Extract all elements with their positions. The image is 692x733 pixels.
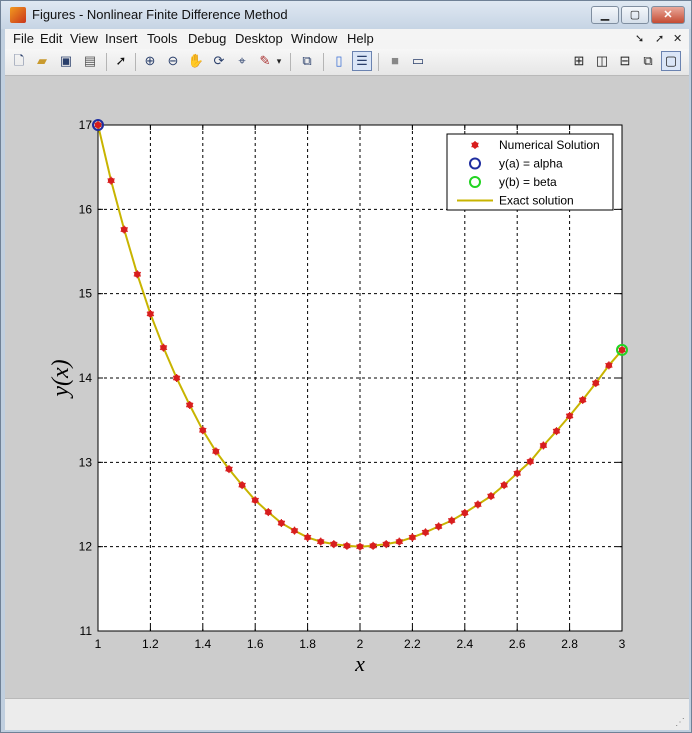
toolbar-separator <box>290 53 291 71</box>
new-figure-icon[interactable]: 🗋 <box>9 51 29 71</box>
minimize-button[interactable]: ▁ <box>591 6 619 24</box>
hide-plot-tools-icon[interactable]: ■ <box>385 51 405 71</box>
x-tick-label: 2.6 <box>509 637 526 651</box>
brush-icon[interactable]: ✎ <box>255 51 275 71</box>
x-tick-label: 3 <box>619 637 626 651</box>
legend[interactable]: Numerical Solution y(a) = alpha y(b) = b… <box>446 133 614 211</box>
x-tick-label: 1.6 <box>247 637 264 651</box>
matlab-icon <box>10 7 26 23</box>
open-file-icon[interactable]: ▰ <box>32 51 52 71</box>
menu-insert[interactable]: Insert <box>105 31 138 46</box>
brush-dropdown-icon[interactable]: ▾ <box>273 51 285 71</box>
window-title: Figures - Nonlinear Finite Difference Me… <box>32 7 288 22</box>
plot-svg[interactable]: 1 1.2 1.4 1.6 1.8 2 2.2 2.4 2.6 2.8 3 11 12 13 14 15 16 1… <box>5 76 689 698</box>
toolbar-separator <box>323 53 324 71</box>
y-tick-label: 16 <box>79 202 93 216</box>
toolbar-separator <box>106 53 107 71</box>
zoom-out-icon[interactable]: ⊖ <box>163 51 183 71</box>
undock-arrow-icon[interactable]: ➚ <box>655 32 664 45</box>
float-icon[interactable]: ⧉ <box>638 51 658 71</box>
link-plot-icon[interactable]: ⧉ <box>297 51 317 71</box>
print-icon[interactable]: ▤ <box>80 51 100 71</box>
menu-help[interactable]: Help <box>347 31 374 46</box>
maximize-icon[interactable]: ▢ <box>661 51 681 71</box>
y-tick-label: 13 <box>79 455 93 469</box>
x-tick-label: 1.4 <box>194 637 211 651</box>
x-axis-label: x <box>354 651 365 676</box>
pointer-icon[interactable]: ➚ <box>111 51 131 71</box>
y-tick-label: 12 <box>79 540 93 554</box>
legend-label-numerical: Numerical Solution <box>499 138 600 152</box>
close-icon: ✕ <box>663 9 673 21</box>
pan-icon[interactable]: ✋ <box>186 51 206 71</box>
menu-file[interactable]: File <box>13 31 34 46</box>
legend-label-exact: Exact solution <box>499 194 574 208</box>
x-tick-label: 2.8 <box>561 637 578 651</box>
menu-view[interactable]: View <box>70 31 98 46</box>
menu-edit[interactable]: Edit <box>40 31 62 46</box>
menu-desktop[interactable]: Desktop <box>235 31 283 46</box>
close-button[interactable]: ✕ <box>651 6 685 24</box>
legend-icon[interactable]: ☰ <box>352 51 372 71</box>
save-icon[interactable]: ▣ <box>56 51 76 71</box>
figure-toolbar: 🗋 ▰ ▣ ▤ ➚ ⊕ ⊖ ✋ ⟳ ⌖ ✎ ▾ ⧉ ▯ ☰ ■ ▭ ⊞ ◫ ⊟ … <box>5 49 689 76</box>
status-bar: ⋰ <box>5 698 689 730</box>
maximize-icon: ▢ <box>629 9 641 21</box>
x-tick-label: 1 <box>95 637 102 651</box>
y-axis-label: y(x) <box>48 359 74 398</box>
title-bar[interactable]: Figures - Nonlinear Finite Difference Me… <box>1 1 691 29</box>
legend-label-beta: y(b) = beta <box>499 175 557 189</box>
colorbar-icon[interactable]: ▯ <box>329 51 349 71</box>
figure-canvas: 1 1.2 1.4 1.6 1.8 2 2.2 2.4 2.6 2.8 3 11 12 13 14 15 16 1… <box>5 76 689 698</box>
minimize-icon: ▁ <box>600 9 610 21</box>
toolbar-separator <box>135 53 136 71</box>
zoom-in-icon[interactable]: ⊕ <box>140 51 160 71</box>
y-tick-label: 14 <box>79 371 93 385</box>
y-tick-label: 17 <box>79 118 93 132</box>
close-figure-icon[interactable]: ✕ <box>673 32 682 45</box>
legend-label-alpha: y(a) = alpha <box>499 157 563 171</box>
x-tick-label: 2 <box>357 637 364 651</box>
resize-grip-icon[interactable]: ⋰ <box>675 717 685 728</box>
x-tick-label: 2.4 <box>456 637 473 651</box>
toolbar-separator <box>378 53 379 71</box>
figure-window: Figures - Nonlinear Finite Difference Me… <box>0 0 692 733</box>
x-tick-label: 2.2 <box>404 637 421 651</box>
dock-arrow-icon[interactable]: ➘ <box>635 32 644 45</box>
rotate-icon[interactable]: ⟳ <box>209 51 229 71</box>
left-right-icon[interactable]: ◫ <box>592 51 612 71</box>
maximize-button[interactable]: ▢ <box>621 6 649 24</box>
y-tick-label: 11 <box>80 624 93 638</box>
menu-window[interactable]: Window <box>291 31 337 46</box>
show-plot-tools-icon[interactable]: ▭ <box>408 51 428 71</box>
menu-tools[interactable]: Tools <box>147 31 177 46</box>
tile-icon[interactable]: ⊞ <box>569 51 589 71</box>
top-bottom-icon[interactable]: ⊟ <box>615 51 635 71</box>
x-tick-label: 1.8 <box>299 637 316 651</box>
y-tick-label: 15 <box>79 287 93 301</box>
data-cursor-icon[interactable]: ⌖ <box>232 51 252 71</box>
x-tick-label: 1.2 <box>142 637 159 651</box>
menu-debug[interactable]: Debug <box>188 31 226 46</box>
menu-bar: File Edit View Insert Tools Debug Deskto… <box>5 29 689 49</box>
